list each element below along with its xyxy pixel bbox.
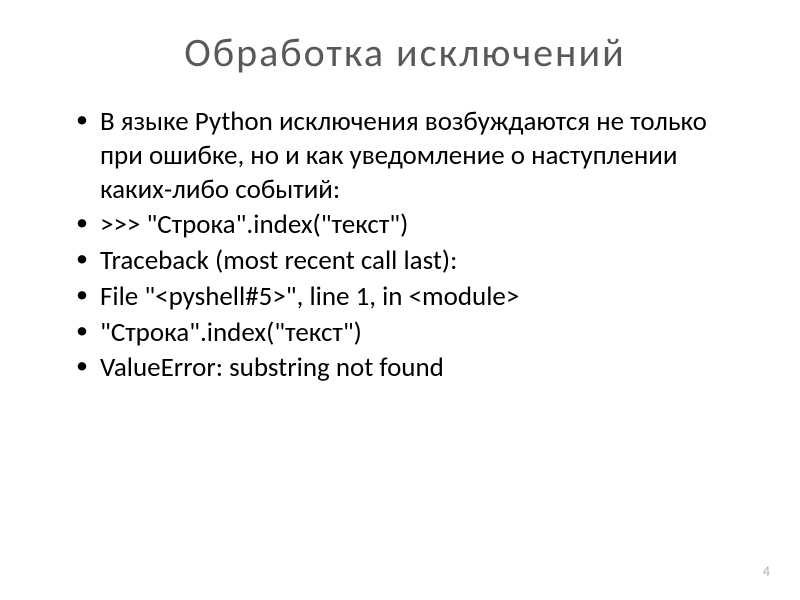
bullet-item: "Строка".index("текст") bbox=[70, 316, 750, 350]
slide-title: Обработка исключений bbox=[60, 28, 750, 77]
bullet-item: File "<pyshell#5>", line 1, in <module> bbox=[70, 280, 750, 314]
bullet-item: >>> "Строка".index("текст") bbox=[70, 208, 750, 242]
bullet-item: В языке Python исключения возбуждаются н… bbox=[70, 105, 750, 206]
bullet-list: В языке Python исключения возбуждаются н… bbox=[70, 105, 750, 385]
bullet-item: ValueError: substring not found bbox=[70, 351, 750, 385]
bullet-item: Traceback (most recent call last): bbox=[70, 244, 750, 278]
page-number: 4 bbox=[763, 563, 770, 580]
slide-content: В языке Python исключения возбуждаются н… bbox=[60, 105, 750, 385]
